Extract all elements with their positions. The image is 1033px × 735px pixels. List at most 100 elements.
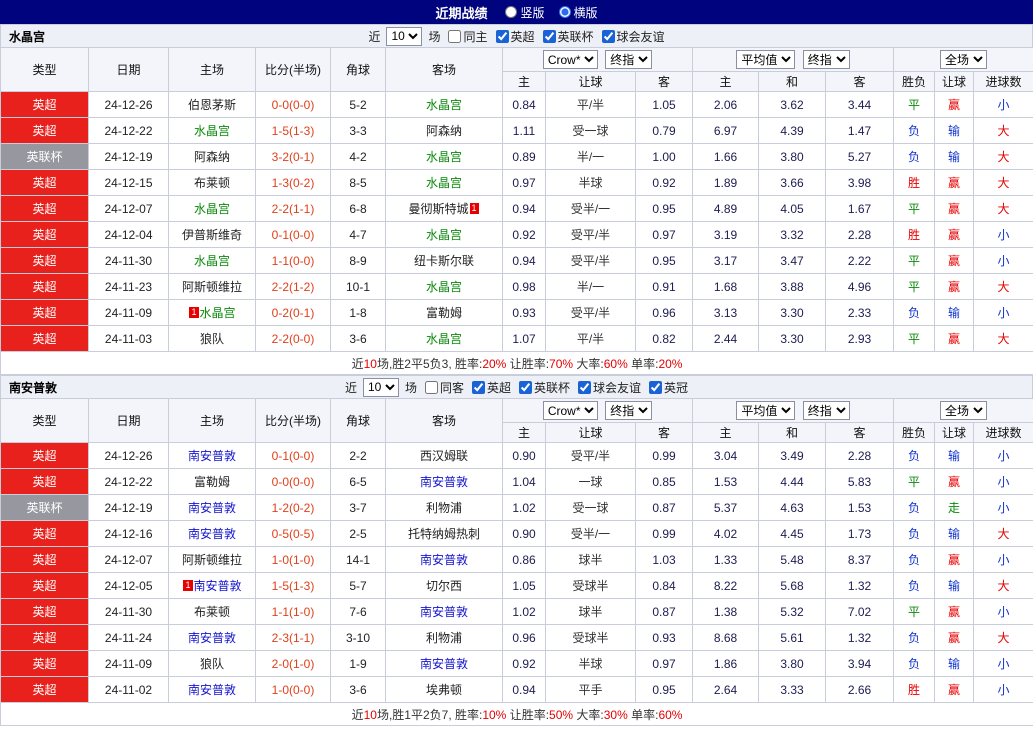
corner-score: 2-5 [330, 520, 386, 547]
filter-checkbox[interactable] [495, 29, 509, 43]
away-team-name: 曼彻斯特城 1 [385, 195, 503, 222]
avg-draw-header: 和 [758, 71, 827, 92]
summary-segment: 场,胜1平2负7, 胜率: [376, 707, 483, 722]
filter-checkbox[interactable] [649, 380, 663, 394]
filter-option[interactable]: 英联杯 [519, 379, 570, 396]
avg-home-odds: 3.04 [692, 442, 760, 469]
avg-away-odds: 1.73 [825, 520, 895, 547]
avg-home-odds: 3.17 [692, 247, 760, 274]
filter-checkbox[interactable] [519, 380, 532, 394]
league-type-badge: 英超 [0, 676, 89, 703]
match-result: 负 [893, 299, 936, 326]
league-type-badge: 英超 [0, 572, 89, 599]
handicap-result: 赢 [934, 91, 975, 118]
vertical-layout-option[interactable]: 竖版 [505, 4, 545, 21]
match-date: 24-12-07 [88, 195, 169, 222]
filter-option[interactable]: 同主 [448, 28, 488, 45]
handicap-result: 赢 [934, 468, 975, 495]
summary-segment: 大率: [573, 356, 604, 371]
league-type-badge: 英超 [0, 546, 89, 573]
bookmaker-select[interactable]: Crow* [542, 401, 598, 420]
crow-handicap: 受平/半 [545, 442, 636, 469]
avg-away-odds: 1.32 [825, 624, 895, 651]
away-team-name: 水晶宫 [385, 169, 503, 196]
crow-away-odds: 1.03 [634, 546, 694, 573]
avg-draw-odds: 5.68 [758, 572, 827, 599]
near-label: 近 [344, 380, 357, 395]
filter-option[interactable]: 英联杯 [542, 28, 594, 45]
filter-option[interactable]: 英超 [495, 28, 535, 45]
goals-result: 小 [973, 598, 1033, 625]
away-team-label: 曼彻斯特城 [408, 202, 469, 216]
avg-away-odds: 2.22 [825, 247, 895, 274]
match-row: 英超 24-12-22 水晶宫 1-5(1-3) 3-3 阿森纳 1.11 受一球 0.79 6.… [0, 117, 1033, 144]
league-type-badge: 英联杯 [0, 143, 89, 170]
summary-segment: 场,胜2平5负3, 胜率: [376, 356, 483, 371]
vertical-layout-radio[interactable] [505, 6, 518, 18]
crow-final-odds-select[interactable]: 终指 [605, 50, 653, 69]
result-header: 胜负 [893, 71, 936, 92]
summary-row: 近10场,胜1平2负7, 胜率:10% 让胜率:50% 大率:30% 单率:60… [0, 702, 1033, 726]
summary-segment: 60% [603, 356, 628, 371]
away-team-label: 富勒姆 [425, 306, 462, 320]
match-count-select[interactable]: 10 [386, 26, 423, 46]
team-filter-bar: 水晶宫 近 10 场 同主 英超 英联杯 球会友谊 [0, 24, 1033, 47]
filter-checkbox[interactable] [542, 29, 556, 43]
average-header-cell: 平均值 终指 [692, 47, 895, 72]
away-team-label: 西汉姆联 [419, 449, 468, 463]
crow-final-odds-select[interactable]: 终指 [605, 401, 653, 420]
avg-draw-odds: 3.49 [758, 442, 827, 469]
match-result: 平 [893, 273, 936, 300]
goals-result: 大 [973, 520, 1033, 547]
summary-segment: 让胜率: [506, 356, 550, 371]
horizontal-layout-radio[interactable] [558, 6, 571, 18]
avg-home-odds: 4.02 [692, 520, 760, 547]
avg-away-header: 客 [825, 422, 895, 443]
filter-option[interactable]: 同客 [424, 379, 464, 396]
goals-result: 小 [973, 546, 1033, 573]
home-team-label: 阿斯顿维拉 [181, 553, 242, 567]
match-date: 24-12-16 [88, 520, 169, 547]
goals-result: 大 [973, 169, 1033, 196]
bookmaker-select[interactable]: Crow* [542, 50, 598, 69]
filter-checkbox[interactable] [424, 380, 438, 394]
filter-label: 球会友谊 [593, 380, 642, 395]
summary-segment: 70% [549, 356, 574, 371]
match-row: 英超 24-12-16 南安普敦 0-5(0-5) 2-5 托特纳姆热刺 0.90 受半/一 0… [0, 520, 1033, 547]
crow-away-odds: 0.91 [634, 273, 694, 300]
corner-score: 3-7 [330, 494, 386, 521]
crow-handicap: 受一球 [545, 117, 636, 144]
crow-home-odds: 0.94 [502, 247, 546, 274]
filter-option[interactable]: 英冠 [649, 379, 688, 396]
match-score: 1-0(1-0) [255, 546, 331, 573]
match-count-select[interactable]: 10 [362, 377, 399, 397]
avg-final-odds-select[interactable]: 终指 [802, 50, 850, 69]
average-select[interactable]: 平均值 [736, 401, 796, 420]
league-type-badge: 英超 [0, 117, 89, 144]
filter-option[interactable]: 英超 [471, 379, 511, 396]
away-team-name: 利物浦 [385, 624, 503, 651]
avg-final-odds-select[interactable]: 终指 [802, 401, 850, 420]
league-type-badge: 英超 [0, 273, 89, 300]
horizontal-layout-option[interactable]: 横版 [558, 4, 598, 21]
scope-select[interactable]: 全场 [940, 50, 988, 69]
filter-checkbox[interactable] [578, 380, 592, 394]
filter-checkbox[interactable] [448, 29, 462, 43]
filter-checkbox[interactable] [471, 380, 485, 394]
average-select[interactable]: 平均值 [736, 50, 796, 69]
match-score: 0-0(0-0) [255, 91, 331, 118]
filter-option[interactable]: 球会友谊 [578, 379, 641, 396]
avg-away-header: 客 [825, 71, 895, 92]
league-type-badge: 英超 [0, 650, 89, 677]
filter-checkbox[interactable] [601, 29, 615, 43]
corner-score: 4-2 [330, 143, 386, 170]
filter-option[interactable]: 球会友谊 [601, 28, 665, 45]
crow-handicap: 平/半 [545, 91, 636, 118]
match-date: 24-11-24 [88, 624, 169, 651]
league-type-badge: 英超 [0, 195, 89, 222]
home-team-name: 狼队 [168, 325, 256, 352]
scope-select[interactable]: 全场 [940, 401, 988, 420]
crow-away-odds: 0.79 [634, 117, 694, 144]
away-team-name: 埃弗顿 [385, 676, 503, 703]
match-date: 24-11-09 [88, 650, 169, 677]
